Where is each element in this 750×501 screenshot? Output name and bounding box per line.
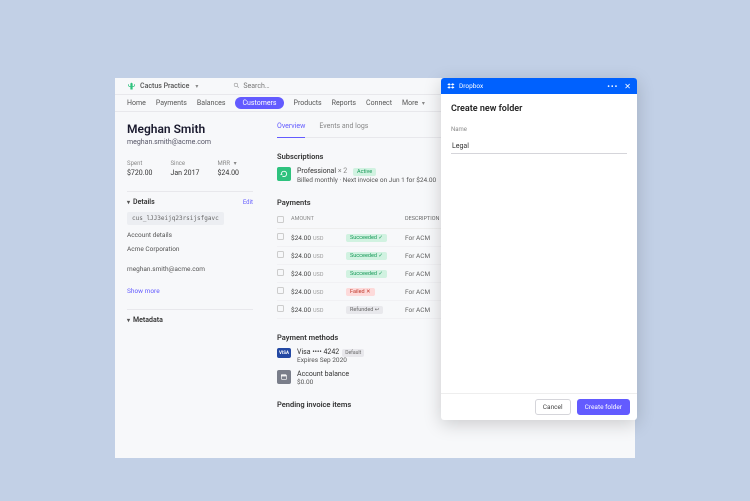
payment-amount: $24.00USD bbox=[291, 270, 346, 278]
metadata-title[interactable]: Metadata bbox=[127, 316, 163, 324]
pm-visa-exp: Expires Sep 2020 bbox=[297, 356, 364, 364]
pm-balance-value: $0.00 bbox=[297, 378, 349, 386]
modal-header: Dropbox ••• ✕ bbox=[441, 78, 637, 94]
wallet-icon bbox=[277, 370, 291, 384]
payment-amount: $24.00USD bbox=[291, 252, 346, 260]
create-folder-button[interactable]: Create folder bbox=[577, 399, 630, 415]
metadata-panel-head: Metadata bbox=[127, 309, 253, 324]
customer-email: meghan.smith@acme.com bbox=[127, 138, 253, 146]
nav-customers[interactable]: Customers bbox=[235, 97, 283, 109]
col-amount-header: AMOUNT bbox=[291, 216, 346, 225]
stat-mrr: MRR ▾ $24.00 bbox=[217, 160, 239, 177]
row-checkbox[interactable] bbox=[277, 251, 284, 258]
modal-footer: Cancel Create folder bbox=[441, 393, 637, 420]
stat-since-label: Since bbox=[170, 160, 199, 167]
name-field-label: Name bbox=[451, 126, 627, 133]
brand[interactable]: Cactus Practice ▾ bbox=[127, 82, 198, 91]
payment-amount: $24.00USD bbox=[291, 306, 346, 314]
brand-name: Cactus Practice bbox=[140, 82, 189, 90]
nav-balances[interactable]: Balances bbox=[197, 99, 226, 107]
pm-balance-title: Account balance bbox=[297, 370, 349, 378]
chevron-down-icon: ▾ bbox=[234, 160, 237, 167]
detail-line-account: Account details bbox=[127, 231, 253, 239]
details-edit-link[interactable]: Edit bbox=[243, 199, 253, 206]
subscription-subline: Billed monthly · Next invoice on Jun 1 f… bbox=[297, 176, 436, 184]
customer-stats: Spent $720.00 Since Jan 2017 MRR ▾ $24.0… bbox=[127, 160, 253, 177]
nav-products[interactable]: Products bbox=[294, 99, 322, 107]
stat-spent-value: $720.00 bbox=[127, 169, 152, 177]
tab-overview[interactable]: Overview bbox=[277, 122, 305, 138]
modal-app-name: Dropbox bbox=[459, 82, 483, 90]
details-title[interactable]: Details bbox=[127, 198, 155, 206]
search-icon bbox=[233, 82, 240, 91]
stat-spent: Spent $720.00 bbox=[127, 160, 152, 177]
stat-mrr-value: $24.00 bbox=[217, 169, 239, 177]
subscription-title: Professional × 2 Active bbox=[297, 167, 436, 176]
stat-spent-label: Spent bbox=[127, 160, 152, 167]
refresh-icon bbox=[277, 167, 291, 181]
status-badge: Failed ✕ bbox=[346, 288, 375, 296]
nav-payments[interactable]: Payments bbox=[156, 99, 187, 107]
cactus-icon bbox=[127, 82, 136, 91]
dropbox-create-folder-modal: Dropbox ••• ✕ Create new folder Name Can… bbox=[441, 78, 637, 420]
select-all-checkbox[interactable] bbox=[277, 216, 284, 223]
modal-title: Create new folder bbox=[451, 104, 627, 114]
customer-name: Meghan Smith bbox=[127, 122, 253, 136]
status-badge: Refunded ↩ bbox=[346, 306, 383, 314]
row-checkbox[interactable] bbox=[277, 233, 284, 240]
nav-more[interactable]: More ▾ bbox=[402, 99, 425, 107]
stat-since-value: Jan 2017 bbox=[170, 169, 199, 177]
active-badge: Active bbox=[353, 168, 376, 176]
customer-left-column: Meghan Smith meghan.smith@acme.com Spent… bbox=[115, 112, 265, 458]
modal-body: Create new folder Name bbox=[441, 94, 637, 393]
chevron-down-icon: ▾ bbox=[422, 100, 425, 107]
payment-amount: $24.00USD bbox=[291, 234, 346, 242]
nav-home[interactable]: Home bbox=[127, 99, 146, 107]
details-panel-head: Details Edit bbox=[127, 191, 253, 206]
cancel-button[interactable]: Cancel bbox=[535, 399, 571, 415]
visa-card-icon: VISA bbox=[277, 348, 291, 358]
nav-connect[interactable]: Connect bbox=[366, 99, 392, 107]
close-icon[interactable]: ✕ bbox=[624, 82, 631, 91]
search[interactable] bbox=[233, 82, 323, 91]
stat-mrr-label: MRR ▾ bbox=[217, 160, 239, 167]
row-checkbox[interactable] bbox=[277, 305, 284, 312]
tab-events[interactable]: Events and logs bbox=[319, 122, 368, 133]
dropbox-icon bbox=[447, 82, 455, 90]
search-input[interactable] bbox=[243, 82, 323, 90]
payment-amount: $24.00USD bbox=[291, 288, 346, 296]
status-badge: Succeeded ✓ bbox=[346, 234, 387, 242]
pm-visa-title: Visa •••• 4242Default bbox=[297, 348, 364, 356]
stat-since: Since Jan 2017 bbox=[170, 160, 199, 177]
subscription-body: Professional × 2 Active Billed monthly ·… bbox=[297, 167, 436, 184]
more-icon[interactable]: ••• bbox=[607, 82, 618, 91]
row-checkbox[interactable] bbox=[277, 269, 284, 276]
row-checkbox[interactable] bbox=[277, 287, 284, 294]
name-field-input[interactable] bbox=[451, 139, 627, 154]
customer-id-code[interactable]: cus_lJJ3eijq23rsijsfgavc bbox=[127, 212, 224, 225]
chevron-down-icon: ▾ bbox=[195, 83, 198, 90]
status-badge: Succeeded ✓ bbox=[346, 270, 387, 278]
status-badge: Succeeded ✓ bbox=[346, 252, 387, 260]
show-more-link[interactable]: Show more bbox=[127, 287, 253, 295]
nav-reports[interactable]: Reports bbox=[332, 99, 356, 107]
detail-line-company: Acme Corporation bbox=[127, 245, 253, 253]
detail-line-email: meghan.smith@acme.com bbox=[127, 265, 253, 273]
